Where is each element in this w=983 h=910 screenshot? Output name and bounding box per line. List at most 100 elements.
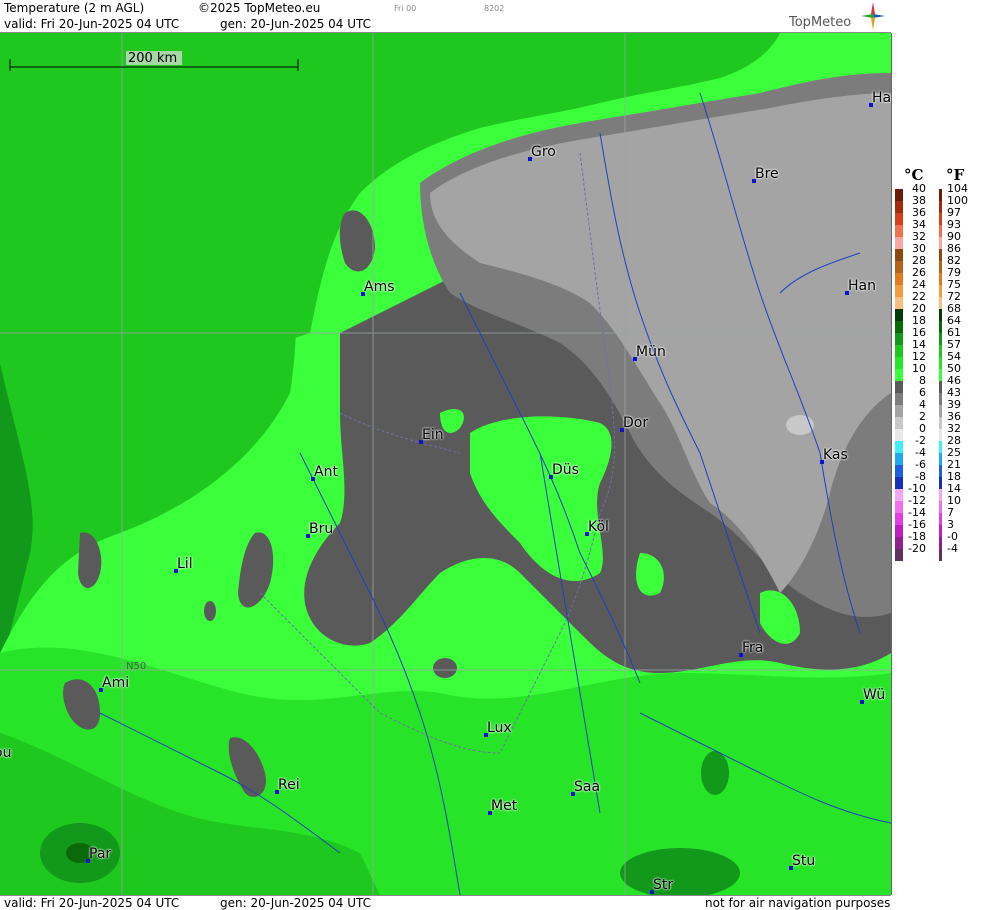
legend-swatch bbox=[895, 489, 903, 501]
gen-time: gen: 20-Jun-2025 04 UTC bbox=[220, 17, 372, 31]
legend-swatch bbox=[895, 417, 903, 429]
legend-swatch-f bbox=[939, 453, 942, 465]
legend-swatch bbox=[895, 537, 903, 549]
legend-swatch-f bbox=[939, 393, 942, 405]
legend-swatch-f bbox=[939, 225, 942, 237]
legend-swatch-f bbox=[939, 213, 942, 225]
legend-swatch bbox=[895, 321, 903, 333]
legend-swatch-f bbox=[939, 369, 942, 381]
legend-swatch bbox=[895, 201, 903, 213]
legend-swatch-f bbox=[939, 489, 942, 501]
legend-swatch-f bbox=[939, 381, 942, 393]
city-label: Ams bbox=[364, 279, 395, 295]
legend-swatch bbox=[895, 333, 903, 345]
header-bar: Temperature (2 m AGL) ©2025 TopMeteo.eu … bbox=[0, 0, 891, 33]
legend-swatch-f bbox=[939, 477, 942, 489]
latitude-label: N50 bbox=[126, 661, 147, 672]
legend-swatch-f bbox=[939, 333, 942, 345]
footer-valid-time: valid: Fri 20-Jun-2025 04 UTC bbox=[4, 896, 180, 910]
footer-bar: valid: Fri 20-Jun-2025 04 UTC gen: 20-Ju… bbox=[0, 895, 891, 910]
legend-swatch-f bbox=[939, 201, 942, 213]
city-label: Mün bbox=[636, 344, 666, 360]
city-label: ou bbox=[0, 745, 12, 761]
city-label: Ham bbox=[872, 90, 892, 106]
city-label: Lil bbox=[177, 556, 193, 572]
map-title: Temperature (2 m AGL) bbox=[4, 1, 145, 15]
legend-swatch-f bbox=[939, 321, 942, 333]
city-label: Dor bbox=[623, 415, 649, 431]
footer-gen-time: gen: 20-Jun-2025 04 UTC bbox=[220, 896, 372, 910]
city-label: Par bbox=[89, 846, 112, 862]
legend-label-c: -20 bbox=[908, 542, 926, 555]
city-label: Bru bbox=[309, 521, 334, 537]
legend-swatch bbox=[895, 525, 903, 537]
legend-swatch bbox=[895, 357, 903, 369]
valid-time: valid: Fri 20-Jun-2025 04 UTC bbox=[4, 17, 180, 31]
legend-label-f: -4 bbox=[947, 542, 958, 555]
city-label: Düs bbox=[552, 462, 579, 478]
legend-swatch bbox=[895, 405, 903, 417]
city-label: Bre bbox=[755, 166, 779, 182]
legend-swatch bbox=[895, 369, 903, 381]
legend-swatch-f bbox=[939, 309, 942, 321]
legend-swatch-f bbox=[939, 237, 942, 249]
legend-swatch-f bbox=[939, 417, 942, 429]
legend-swatch bbox=[895, 429, 903, 441]
logo-text: TopMeteo bbox=[789, 15, 852, 30]
legend-swatch-f bbox=[939, 345, 942, 357]
run-id: 8202 bbox=[484, 4, 505, 13]
legend-swatch bbox=[895, 273, 903, 285]
city-label: Wü bbox=[863, 687, 886, 703]
city-label: Kas bbox=[823, 447, 848, 463]
city-label: Met bbox=[491, 798, 518, 814]
legend-swatch-f bbox=[939, 441, 942, 453]
scale-label: 200 km bbox=[128, 51, 178, 66]
city-label: Stu bbox=[792, 853, 816, 869]
legend-swatch bbox=[895, 213, 903, 225]
city-label: Ein bbox=[422, 427, 444, 443]
city-label: Gro bbox=[531, 144, 556, 160]
city-label: Str bbox=[653, 877, 674, 893]
legend-swatch-f bbox=[939, 297, 942, 309]
city-label: Ami bbox=[102, 675, 130, 691]
legend-swatch bbox=[895, 501, 903, 513]
legend-swatch bbox=[895, 513, 903, 525]
legend-swatch bbox=[895, 345, 903, 357]
legend-swatch-f bbox=[939, 429, 942, 441]
legend-swatch bbox=[895, 465, 903, 477]
topmeteo-logo: TopMeteo bbox=[785, 2, 885, 32]
legend-swatch bbox=[895, 189, 903, 201]
legend-swatch bbox=[895, 453, 903, 465]
legend-swatch bbox=[895, 309, 903, 321]
legend-swatch-f bbox=[939, 189, 942, 201]
legend-swatch bbox=[895, 381, 903, 393]
copyright-text: ©2025 TopMeteo.eu bbox=[198, 1, 321, 15]
map-canvas bbox=[0, 33, 891, 895]
legend-swatch bbox=[895, 225, 903, 237]
legend-swatch bbox=[895, 261, 903, 273]
legend-swatch-f bbox=[939, 273, 942, 285]
temperature-map[interactable]: 200 km N50 Ham Gro Bre Ams Han Mün Ein D… bbox=[0, 33, 892, 895]
legend-swatch-f bbox=[939, 465, 942, 477]
legend-swatch-f bbox=[939, 501, 942, 513]
legend-swatch-f bbox=[939, 261, 942, 273]
city-label: Lux bbox=[487, 720, 512, 736]
city-label: Rei bbox=[278, 777, 300, 793]
legend-swatch-f bbox=[939, 357, 942, 369]
legend-swatch-f bbox=[939, 549, 942, 561]
legend-swatch bbox=[895, 249, 903, 261]
disclaimer-text: not for air navigation purposes bbox=[705, 896, 891, 910]
run-code: Fri 00 bbox=[394, 4, 417, 13]
legend-swatch-f bbox=[939, 513, 942, 525]
legend-swatch-f bbox=[939, 525, 942, 537]
legend-swatch bbox=[895, 285, 903, 297]
city-label: Fra bbox=[742, 640, 764, 656]
city-label: Ant bbox=[314, 464, 338, 480]
legend-swatch-f bbox=[939, 285, 942, 297]
legend-swatch-f bbox=[939, 249, 942, 261]
legend-swatch bbox=[895, 477, 903, 489]
legend-swatch bbox=[895, 549, 903, 561]
city-label: Han bbox=[848, 278, 876, 294]
legend-swatch bbox=[895, 237, 903, 249]
legend-swatch-f bbox=[939, 405, 942, 417]
